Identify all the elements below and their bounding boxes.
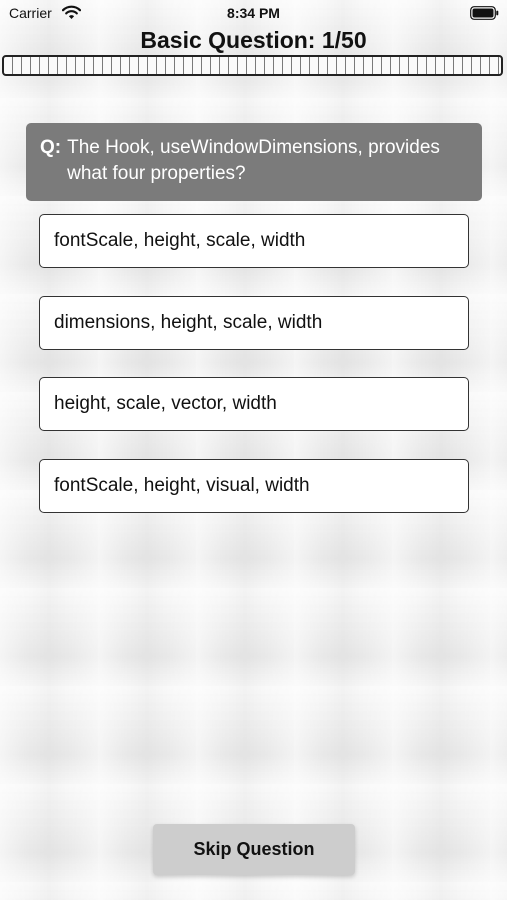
answer-option-label: fontScale, height, visual, width [54,475,310,496]
page-title: Basic Question: 1/50 [140,27,367,53]
skip-question-label: Skip Question [193,839,315,859]
answer-option-label: height, scale, vector, width [54,393,277,414]
answer-option-2[interactable]: dimensions, height, scale, width [39,296,469,350]
answer-option-label: dimensions, height, scale, width [54,312,323,333]
answer-option-1[interactable]: fontScale, height, scale, width [39,214,469,268]
answer-option-4[interactable]: fontScale, height, visual, width [39,459,469,513]
answer-option-3[interactable]: height, scale, vector, width [39,377,469,431]
question-text: The Hook, useWindowDimensions, provides … [67,137,440,184]
progress-bar [2,55,503,76]
status-time: 8:34 PM [227,5,280,21]
question-card: Q: The Hook, useWindowDimensions, provid… [26,123,482,201]
question-prefix: Q: [40,137,62,158]
answer-option-label: fontScale, height, scale, width [54,230,306,251]
status-bar: Carrier 8:34 PM [0,0,507,28]
battery-icon [470,6,499,20]
skip-question-button[interactable]: Skip Question [153,824,355,875]
